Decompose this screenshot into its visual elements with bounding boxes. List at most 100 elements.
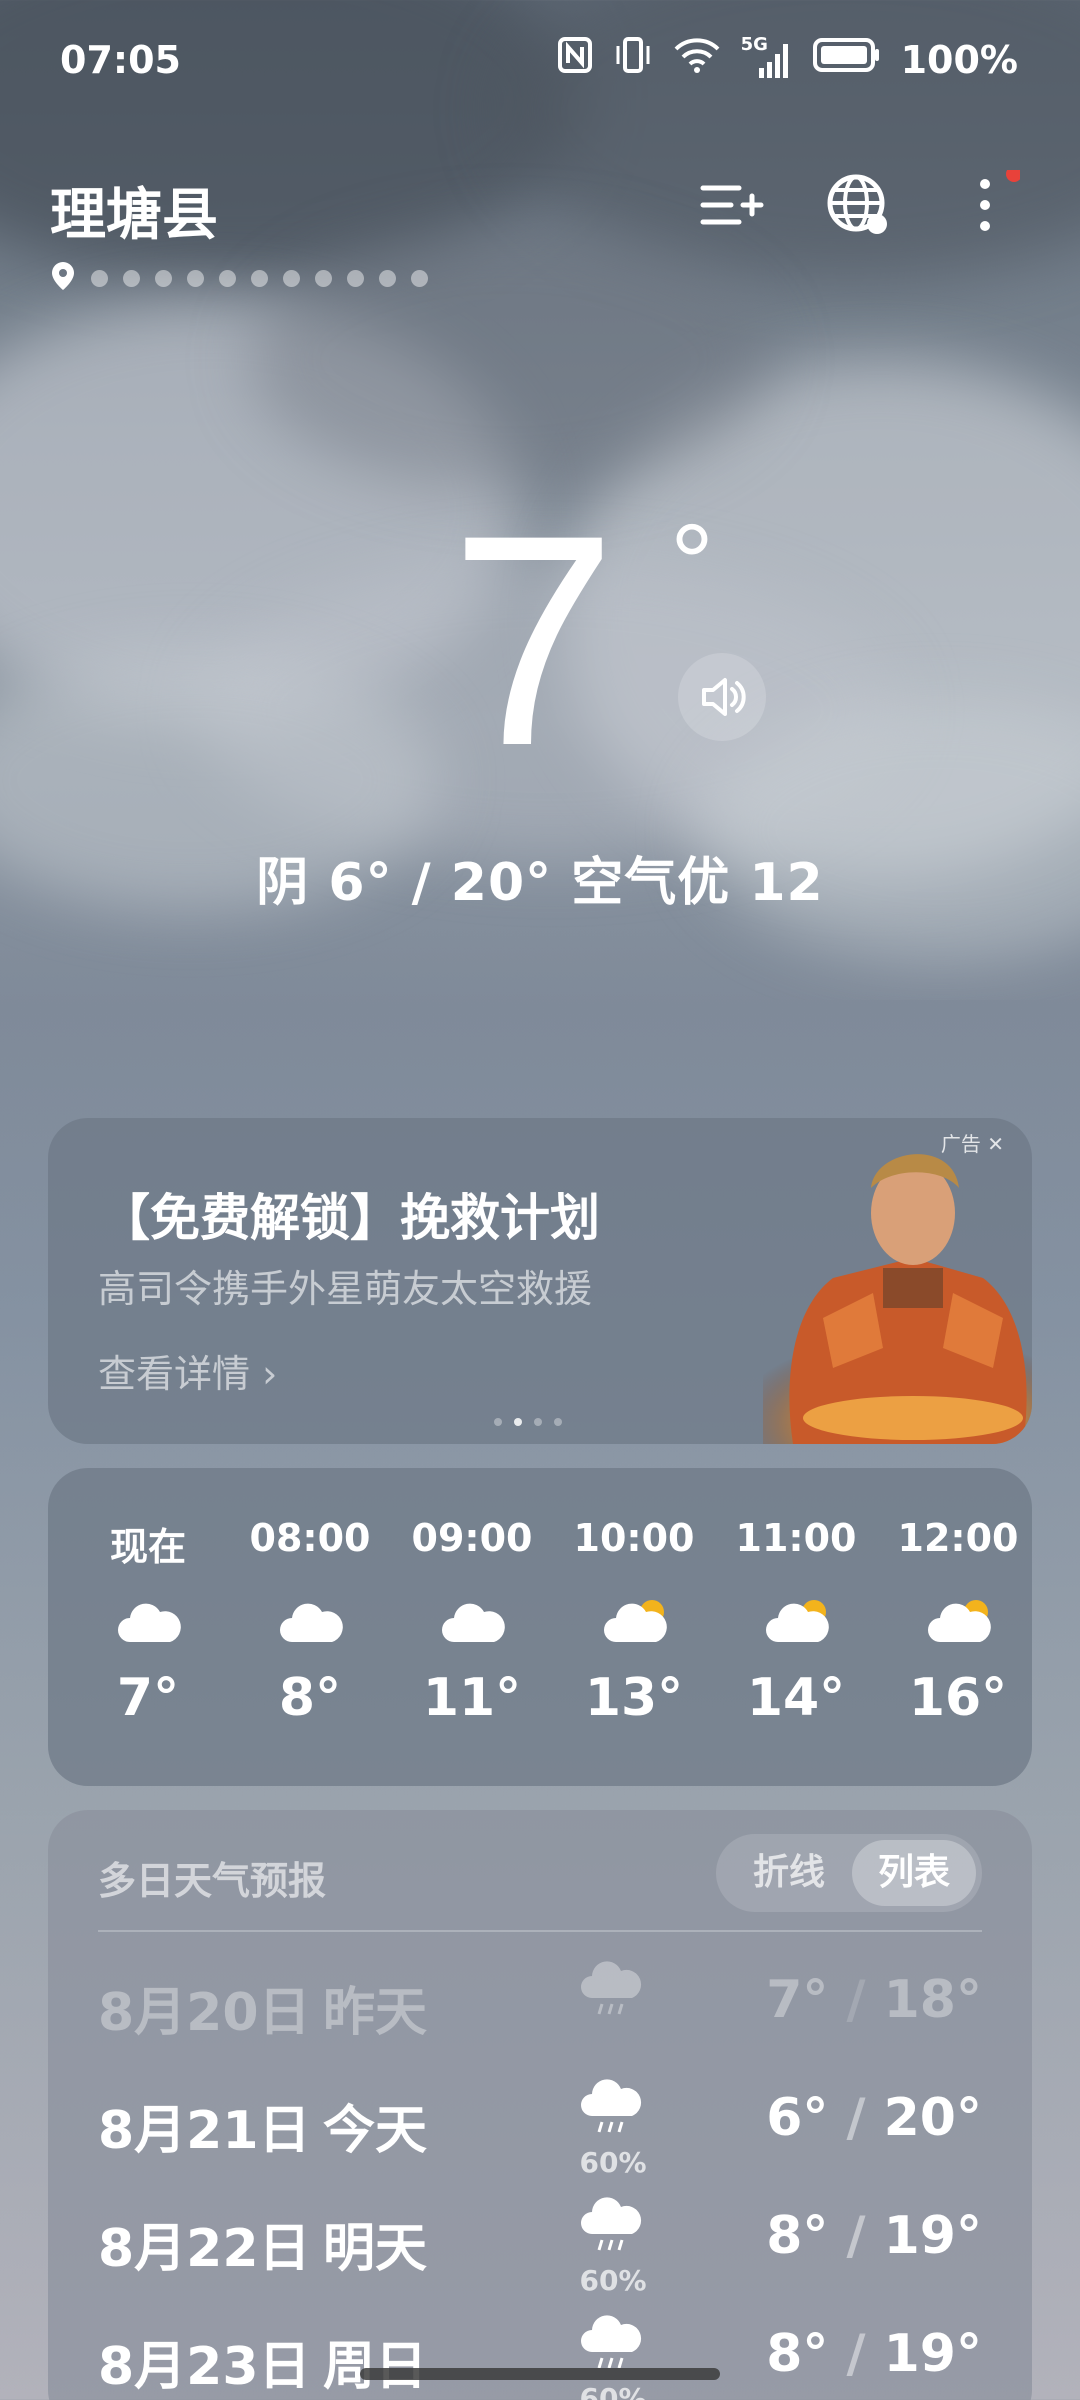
temp-separator: / <box>828 2088 884 2148</box>
location-pin-icon <box>50 260 76 296</box>
day-row[interactable]: 8月23日 周日 60% 8° / 19° <box>48 2314 1032 2400</box>
rain-icon <box>578 2314 648 2374</box>
cloudy-icon <box>278 1598 344 1646</box>
wifi-icon <box>673 36 721 83</box>
hour-item: 08:00 8° <box>230 1468 390 1786</box>
temp-separator: / <box>828 1970 884 2030</box>
cloudy-icon <box>440 1598 506 1646</box>
hour-item: 12:00 16° <box>878 1468 1038 1786</box>
pager-dot-active <box>514 1418 522 1426</box>
rain-icon <box>578 1960 648 2020</box>
network-label: 5G <box>740 33 768 55</box>
status-icons: 5G 100% <box>557 34 1018 83</box>
day-name: 明天 <box>323 2219 428 2279</box>
day-low: 6° <box>766 2088 829 2148</box>
day-high: 18° <box>883 1970 982 2030</box>
ad-pager <box>494 1418 562 1426</box>
day-date: 8月20日 <box>98 1983 311 2043</box>
globe-icon[interactable] <box>823 170 893 240</box>
day-high: 19° <box>883 2324 982 2384</box>
day-row[interactable]: 8月22日 明天 60% 8° / 19° <box>48 2196 1032 2306</box>
divider <box>98 1930 982 1932</box>
status-time: 07:05 <box>60 38 181 82</box>
page-dot <box>219 269 236 287</box>
temp-separator: / <box>828 2206 884 2266</box>
ad-details-link[interactable]: 查看详情 › <box>98 1343 277 1398</box>
ad-subtitle: 高司令携手外星萌友太空救援 <box>98 1267 593 1311</box>
home-indicator[interactable] <box>360 2368 720 2380</box>
page-dot <box>315 269 332 287</box>
page-dot <box>251 269 268 287</box>
cloudy-icon <box>116 1598 182 1646</box>
page-dot <box>155 269 172 287</box>
page-dot <box>123 269 140 287</box>
city-page-indicator <box>50 260 428 296</box>
rain-icon <box>578 2078 648 2138</box>
precip-probability: 60% <box>579 2146 647 2179</box>
page-dot <box>411 269 428 287</box>
hour-temp: 13° <box>584 1668 684 1728</box>
hour-time: 09:00 <box>411 1516 533 1560</box>
hour-temp: 14° <box>746 1668 846 1728</box>
day-row[interactable]: 8月21日 今天 60% 6° / 20° <box>48 2078 1032 2188</box>
toggle-chart-view[interactable]: 折线 <box>726 1834 852 1912</box>
hour-time: 12:00 <box>897 1516 1019 1560</box>
day-low: 7° <box>766 1970 829 2030</box>
precip-probability: 60% <box>579 2382 647 2400</box>
page-dot <box>187 269 204 287</box>
day-high: 20° <box>883 2088 982 2148</box>
hour-temp: 8° <box>278 1668 342 1728</box>
rain-icon <box>578 2196 648 2256</box>
day-temp-range: 7° / 18° <box>766 1970 982 2030</box>
day-row[interactable]: 8月20日 昨天 7° / 18° <box>48 1960 1032 2070</box>
multi-day-forecast: 多日天气预报 折线 列表 8月20日 昨天 7° / 18° 8月21日 今天 … <box>48 1810 1032 2400</box>
toggle-list-view[interactable]: 列表 <box>852 1840 976 1906</box>
status-bar: 07:05 5G 100% <box>0 0 1080 120</box>
day-date: 8月22日 <box>98 2219 311 2279</box>
header: 理塘县 <box>0 150 1080 300</box>
voice-broadcast-button[interactable] <box>678 653 766 741</box>
day-name: 昨天 <box>323 1983 428 2043</box>
day-name: 周日 <box>323 2337 428 2397</box>
hour-time: 08:00 <box>249 1516 371 1560</box>
temp-separator: / <box>828 2324 884 2384</box>
city-name[interactable]: 理塘县 <box>50 170 218 251</box>
hourly-forecast[interactable]: 现在 7° 08:00 8° 09:00 11° 10:00 13° 11:00… <box>48 1468 1032 1786</box>
hour-time: 现在 <box>109 1525 186 1569</box>
ad-banner[interactable]: 【免费解锁】挽救计划 高司令携手外星萌友太空救援 查看详情 › 广告 ✕ <box>48 1118 1032 1444</box>
hour-item: 现在 7° <box>68 1468 228 1786</box>
hour-item: 10:00 13° <box>554 1468 714 1786</box>
hour-item: 11:00 14° <box>716 1468 876 1786</box>
manage-cities-icon[interactable] <box>695 170 765 240</box>
close-icon: ✕ <box>987 1132 1004 1156</box>
page-dot <box>379 269 396 287</box>
day-temp-range: 6° / 20° <box>766 2088 982 2148</box>
hour-time: 11:00 <box>735 1516 857 1560</box>
precip-probability: 60% <box>579 2264 647 2297</box>
forecast-title: 多日天气预报 <box>98 1859 327 1903</box>
hour-temp: 7° <box>116 1668 180 1728</box>
partly-sunny-icon <box>926 1598 992 1646</box>
hour-time: 10:00 <box>573 1516 695 1560</box>
degree-symbol: ° <box>670 502 714 625</box>
signal-icon: 5G <box>741 34 793 80</box>
page-dot <box>91 269 108 287</box>
view-toggle: 折线 列表 <box>716 1834 982 1912</box>
day-temp-range: 8° / 19° <box>766 2324 982 2384</box>
pager-dot <box>554 1418 562 1426</box>
day-name: 今天 <box>323 2101 428 2161</box>
battery-icon <box>812 37 881 82</box>
hour-item: 09:00 11° <box>392 1468 552 1786</box>
pager-dot <box>534 1418 542 1426</box>
day-low: 8° <box>766 2324 829 2384</box>
ad-tag-label: 广告 <box>940 1132 981 1156</box>
page-dot <box>283 269 300 287</box>
ad-close-button[interactable]: 广告 ✕ <box>941 1128 1004 1157</box>
weather-summary: 阴 6° / 20° 空气优 12 <box>256 853 824 913</box>
battery-percent: 100% <box>900 37 1018 82</box>
more-icon[interactable] <box>950 166 1022 240</box>
ad-image <box>763 1118 1032 1444</box>
day-date: 8月23日 <box>98 2337 311 2397</box>
partly-sunny-icon <box>602 1598 668 1646</box>
day-date: 8月21日 <box>98 2101 311 2161</box>
